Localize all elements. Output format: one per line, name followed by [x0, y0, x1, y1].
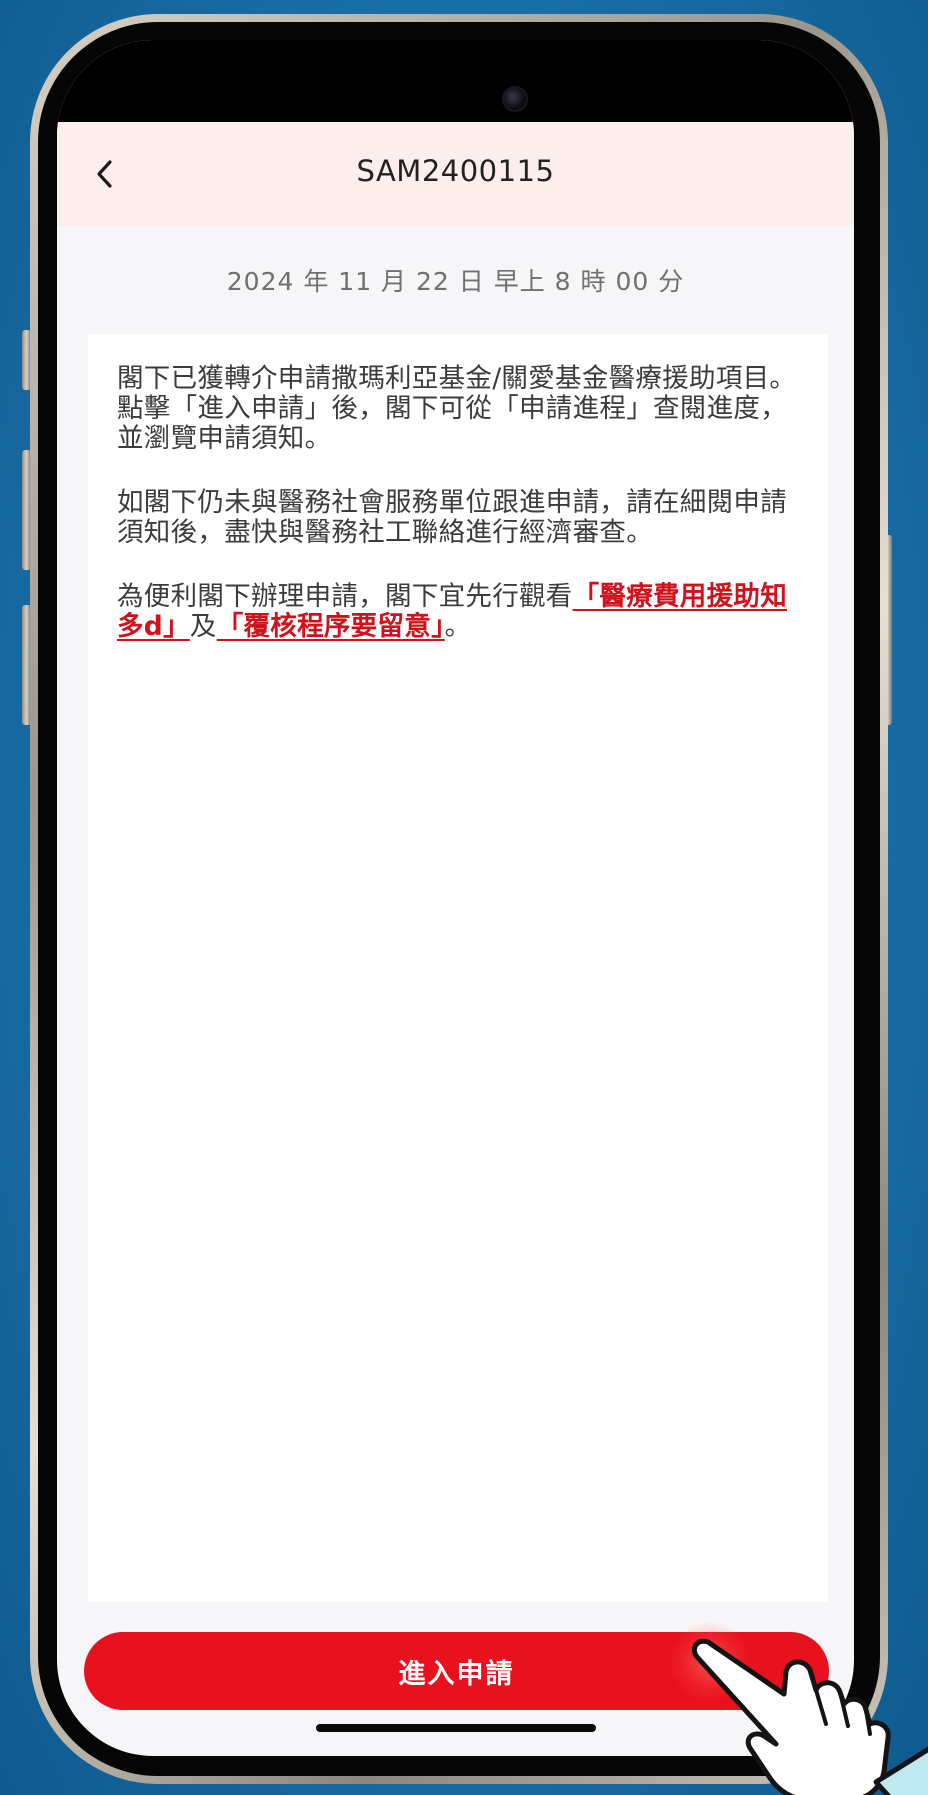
dynamic-island: [368, 80, 556, 110]
phone-screen: SAM2400115 2024 年 11 月 22 日 早上 8 時 00 分 …: [57, 40, 854, 1756]
pointing-hand-icon: [691, 1638, 928, 1795]
page-title: SAM2400115: [356, 154, 555, 188]
message-paragraph-2: 如閣下仍未與醫務社會服務單位跟進申請，請在細閱申請須知後，盡快與醫務社工聯絡進行…: [117, 487, 787, 548]
home-indicator[interactable]: [316, 1724, 596, 1732]
front-camera-icon: [504, 88, 526, 110]
message-paragraph-3: 為便利閣下辦理申請，閣下宜先行觀看「醫療費用援助知多d」及「覆核程序要留意」。: [117, 582, 799, 642]
paragraph-3-prefix: 為便利閣下辦理申請，閣下宜先行觀看: [117, 581, 573, 612]
review-procedure-link[interactable]: 「覆核程序要留意」: [217, 611, 445, 642]
message-paragraph-1: 閣下已獲轉介申請撒瑪利亞基金/關愛基金醫療援助項目。點擊「進入申請」後，閣下可從…: [117, 363, 797, 454]
paragraph-3-suffix: 。: [444, 611, 472, 642]
message-timestamp: 2024 年 11 月 22 日 早上 8 時 00 分: [226, 267, 685, 296]
status-bar: [57, 40, 854, 122]
message-card: 閣下已獲轉介申請撒瑪利亞基金/關愛基金醫療援助項目。點擊「進入申請」後，閣下可從…: [88, 334, 828, 1602]
navigation-bar: SAM2400115: [57, 122, 854, 226]
paragraph-3-middle: 及: [189, 611, 217, 642]
